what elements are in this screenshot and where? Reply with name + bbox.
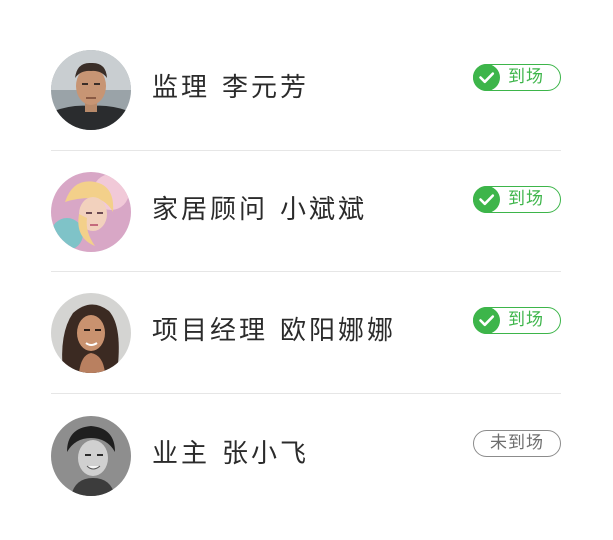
man-portrait-icon (51, 50, 131, 130)
check-icon (473, 186, 500, 213)
divider (51, 150, 561, 151)
attendee-row[interactable]: 项目经理 欧阳娜娜 到场 (51, 293, 561, 373)
avatar (51, 293, 131, 373)
status-label: 到场 (508, 310, 544, 330)
avatar (51, 416, 131, 496)
status-badge: 到场 (473, 64, 561, 91)
attendee-name: 项目经理 欧阳娜娜 (152, 315, 396, 347)
divider (51, 271, 561, 272)
attendee-row[interactable]: 家居顾问 小斌斌 到场 (51, 172, 561, 252)
woman-portrait-icon (51, 293, 131, 373)
attendee-role: 监理 (152, 73, 211, 103)
check-icon (473, 307, 500, 334)
attendee-person: 小斌斌 (280, 195, 368, 225)
attendee-role: 业主 (152, 439, 211, 469)
woman-portrait-icon (51, 172, 131, 252)
man-portrait-icon (51, 416, 131, 496)
attendee-name: 监理 李元芳 (152, 72, 309, 104)
status-badge: 未到场 (473, 430, 561, 457)
attendee-person: 欧阳娜娜 (280, 316, 397, 346)
attendee-name: 家居顾问 小斌斌 (152, 194, 367, 226)
attendee-row[interactable]: 监理 李元芳 到场 (51, 50, 561, 130)
status-label: 未到场 (490, 433, 544, 453)
divider (51, 393, 561, 394)
attendee-person: 张小飞 (222, 439, 310, 469)
attendance-card: 监理 李元芳 到场 家居顾问 小斌斌 到场 项目经理 欧阳娜娜 到场 业主 张小… (0, 0, 613, 540)
attendee-role: 项目经理 (152, 316, 269, 346)
attendee-person: 李元芳 (222, 73, 310, 103)
avatar (51, 172, 131, 252)
status-label: 到场 (508, 189, 544, 209)
check-icon (473, 64, 500, 91)
status-badge: 到场 (473, 186, 561, 213)
status-badge: 到场 (473, 307, 561, 334)
avatar (51, 50, 131, 130)
attendee-role: 家居顾问 (152, 195, 269, 225)
attendee-row[interactable]: 业主 张小飞 未到场 (51, 416, 561, 496)
attendee-name: 业主 张小飞 (152, 438, 309, 470)
status-label: 到场 (508, 67, 544, 87)
